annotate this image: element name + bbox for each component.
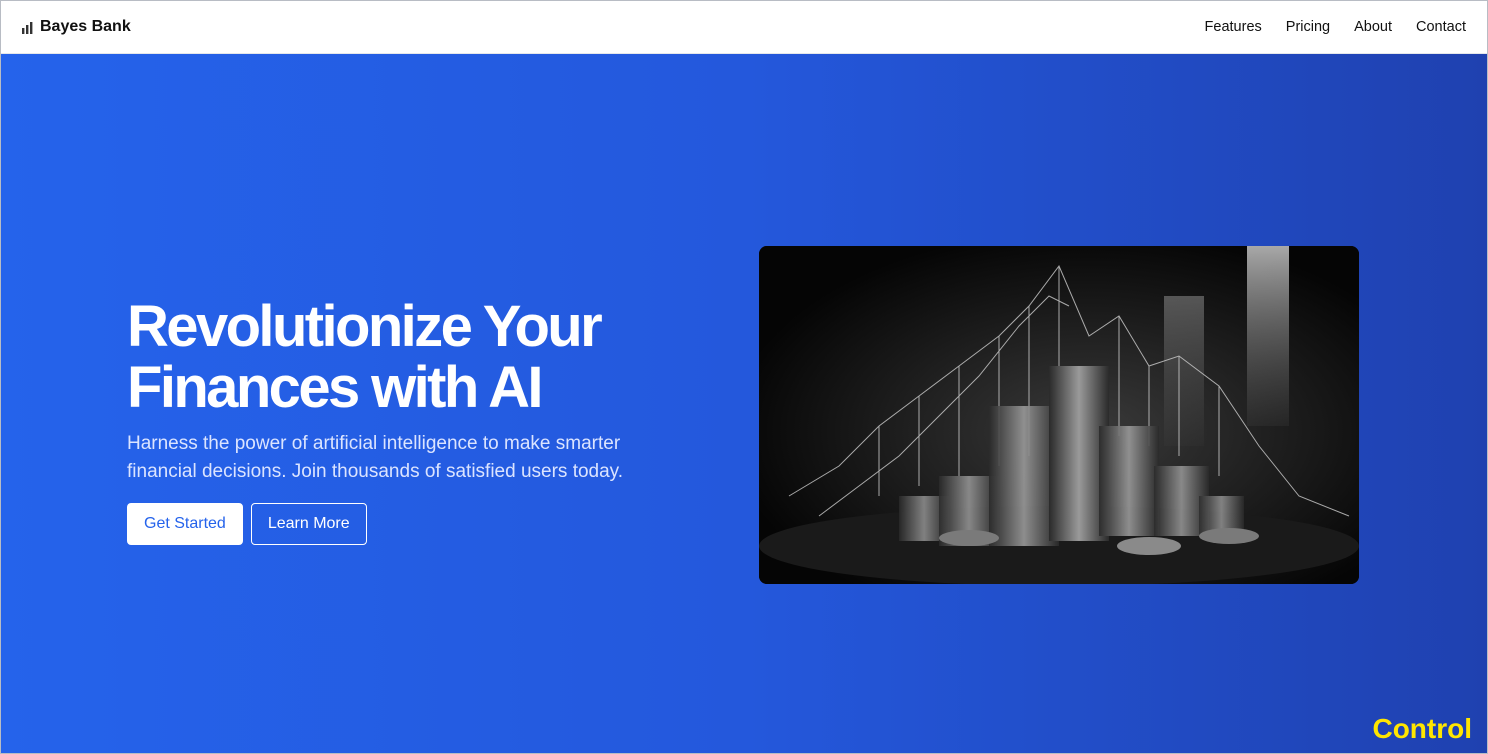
coin-stacks-chart-illustration (759, 246, 1359, 584)
hero-buttons: Get Started Learn More (127, 503, 687, 545)
nav-link-features[interactable]: Features (1205, 19, 1262, 35)
nav-links: Features Pricing About Contact (1205, 19, 1466, 35)
control-label: Control (1372, 713, 1472, 744)
hero-subtitle-line-1: Harness the power of artificial intellig… (127, 433, 621, 454)
learn-more-button[interactable]: Learn More (250, 503, 367, 545)
top-navbar: Bayes Bank Features Pricing About Contac… (1, 1, 1487, 54)
nav-link-about[interactable]: About (1354, 19, 1392, 35)
hero-copy: Revolutionize Your Finances with AI Harn… (127, 296, 687, 545)
bar-chart-icon (22, 21, 33, 34)
hero-section: Revolutionize Your Finances with AI Harn… (1, 54, 1487, 753)
hero-image (759, 246, 1359, 584)
hero-title: Revolutionize Your Finances with AI (127, 296, 687, 418)
hero-subtitle-line-2: financial decisions. Join thousands of s… (127, 461, 624, 482)
hero-title-line-1: Revolutionize Your (127, 294, 603, 359)
hero-subtitle: Harness the power of artificial intellig… (127, 430, 687, 486)
nav-link-contact[interactable]: Contact (1416, 19, 1466, 35)
get-started-button[interactable]: Get Started (127, 503, 243, 545)
brand-name: Bayes Bank (40, 18, 131, 35)
brand-logo[interactable]: Bayes Bank (21, 18, 131, 36)
nav-link-pricing[interactable]: Pricing (1286, 19, 1330, 35)
hero-title-line-2: Finances with AI (127, 355, 543, 420)
